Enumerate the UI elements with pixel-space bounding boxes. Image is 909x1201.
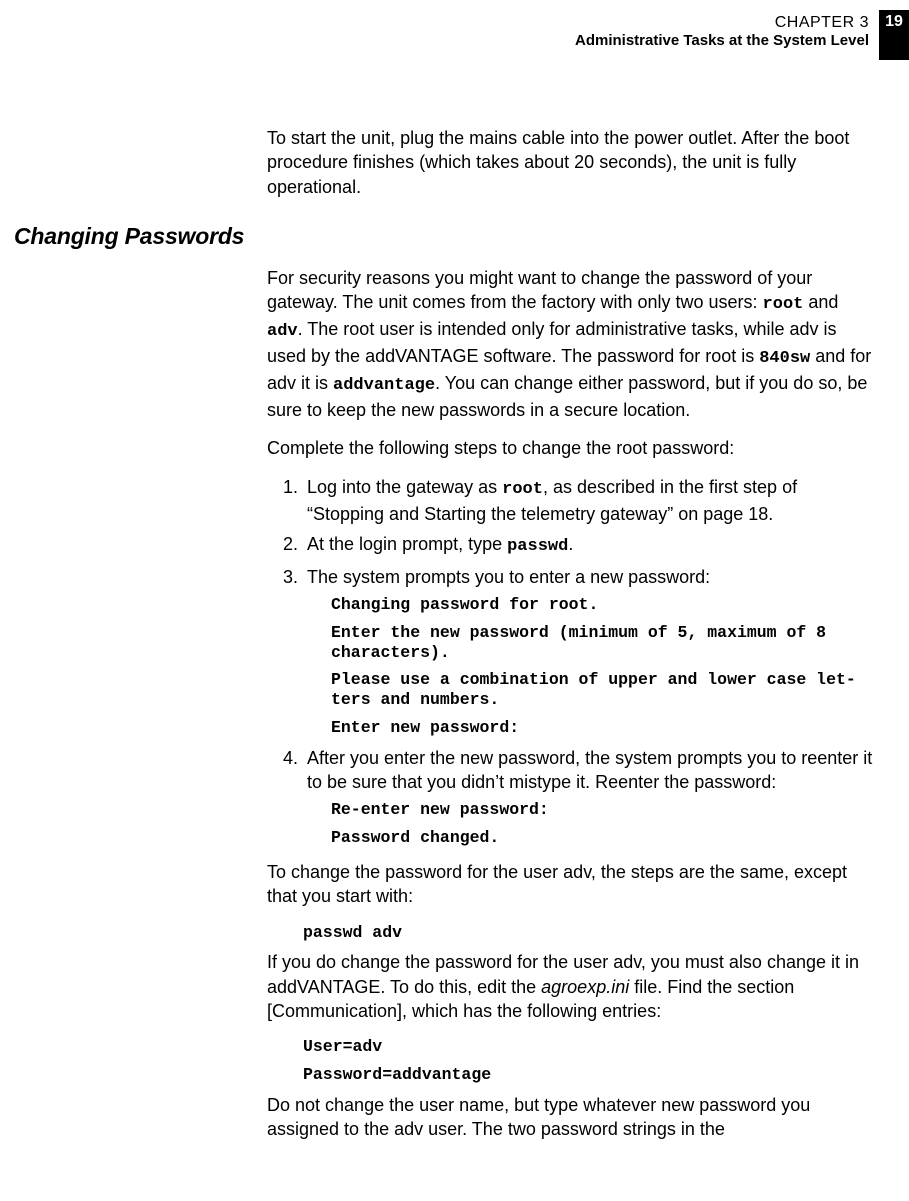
- step-1: Log into the gateway as root, as describ…: [303, 475, 873, 526]
- code-840sw: 840sw: [759, 349, 810, 368]
- code-root: root: [763, 295, 804, 314]
- text: For security reasons you might want to c…: [267, 268, 812, 312]
- code-block-new-password: Changing password for root. Enter the ne…: [331, 595, 873, 738]
- steps-intro: Complete the following steps to change t…: [267, 436, 873, 460]
- code-adv: adv: [267, 322, 298, 341]
- code-line: Password changed.: [331, 828, 873, 848]
- content-body: To start the unit, plug the mains cable …: [0, 66, 909, 1141]
- code-passwd: passwd: [507, 537, 568, 556]
- header-subtitle: Administrative Tasks at the System Level: [575, 32, 869, 49]
- closing-paragraph: Do not change the user name, but type wh…: [267, 1093, 873, 1142]
- step-4: After you enter the new password, the sy…: [303, 746, 873, 848]
- code-line: User=adv: [303, 1037, 873, 1057]
- code-line: Please use a combination of upper and lo…: [331, 670, 873, 710]
- code-block-reenter: Re-enter new password: Password changed.: [331, 800, 873, 848]
- text: .: [568, 534, 573, 554]
- code-line: Changing password for root.: [331, 595, 873, 615]
- step-3: The system prompts you to enter a new pa…: [303, 565, 873, 738]
- code-addvantage: addvantage: [333, 376, 435, 395]
- page: CHAPTER 3 19 Administrative Tasks at the…: [0, 0, 909, 1201]
- code-block-ini: User=adv Password=addvantage: [303, 1037, 873, 1085]
- text: The system prompts you to enter a new pa…: [307, 567, 710, 587]
- filename: agroexp.ini: [541, 977, 629, 997]
- security-paragraph: For security reasons you might want to c…: [267, 266, 873, 422]
- code-block-passwd-adv: passwd adv: [303, 923, 873, 943]
- code-line: Password=addvantage: [303, 1065, 873, 1085]
- step-2: At the login prompt, type passwd.: [303, 532, 873, 559]
- section-heading: Changing Passwords: [14, 221, 873, 252]
- code-line: passwd adv: [303, 923, 873, 943]
- page-header: CHAPTER 3 19 Administrative Tasks at the…: [0, 0, 909, 66]
- ini-paragraph: If you do change the password for the us…: [267, 950, 873, 1023]
- text: . The root user is intended only for adm…: [267, 319, 837, 366]
- code-root: root: [502, 480, 543, 499]
- text: and: [803, 292, 838, 312]
- text: Log into the gateway as: [307, 477, 502, 497]
- code-line: Enter new password:: [331, 718, 873, 738]
- text: After you enter the new password, the sy…: [307, 748, 872, 792]
- code-line: Re-enter new password:: [331, 800, 873, 820]
- text: At the login prompt, type: [307, 534, 507, 554]
- intro-paragraph: To start the unit, plug the mains cable …: [267, 126, 873, 199]
- page-number: 19: [879, 10, 909, 60]
- code-line: Enter the new password (minimum of 5, ma…: [331, 623, 873, 663]
- adv-paragraph: To change the password for the user adv,…: [267, 860, 873, 909]
- steps-list: Log into the gateway as root, as describ…: [267, 475, 873, 848]
